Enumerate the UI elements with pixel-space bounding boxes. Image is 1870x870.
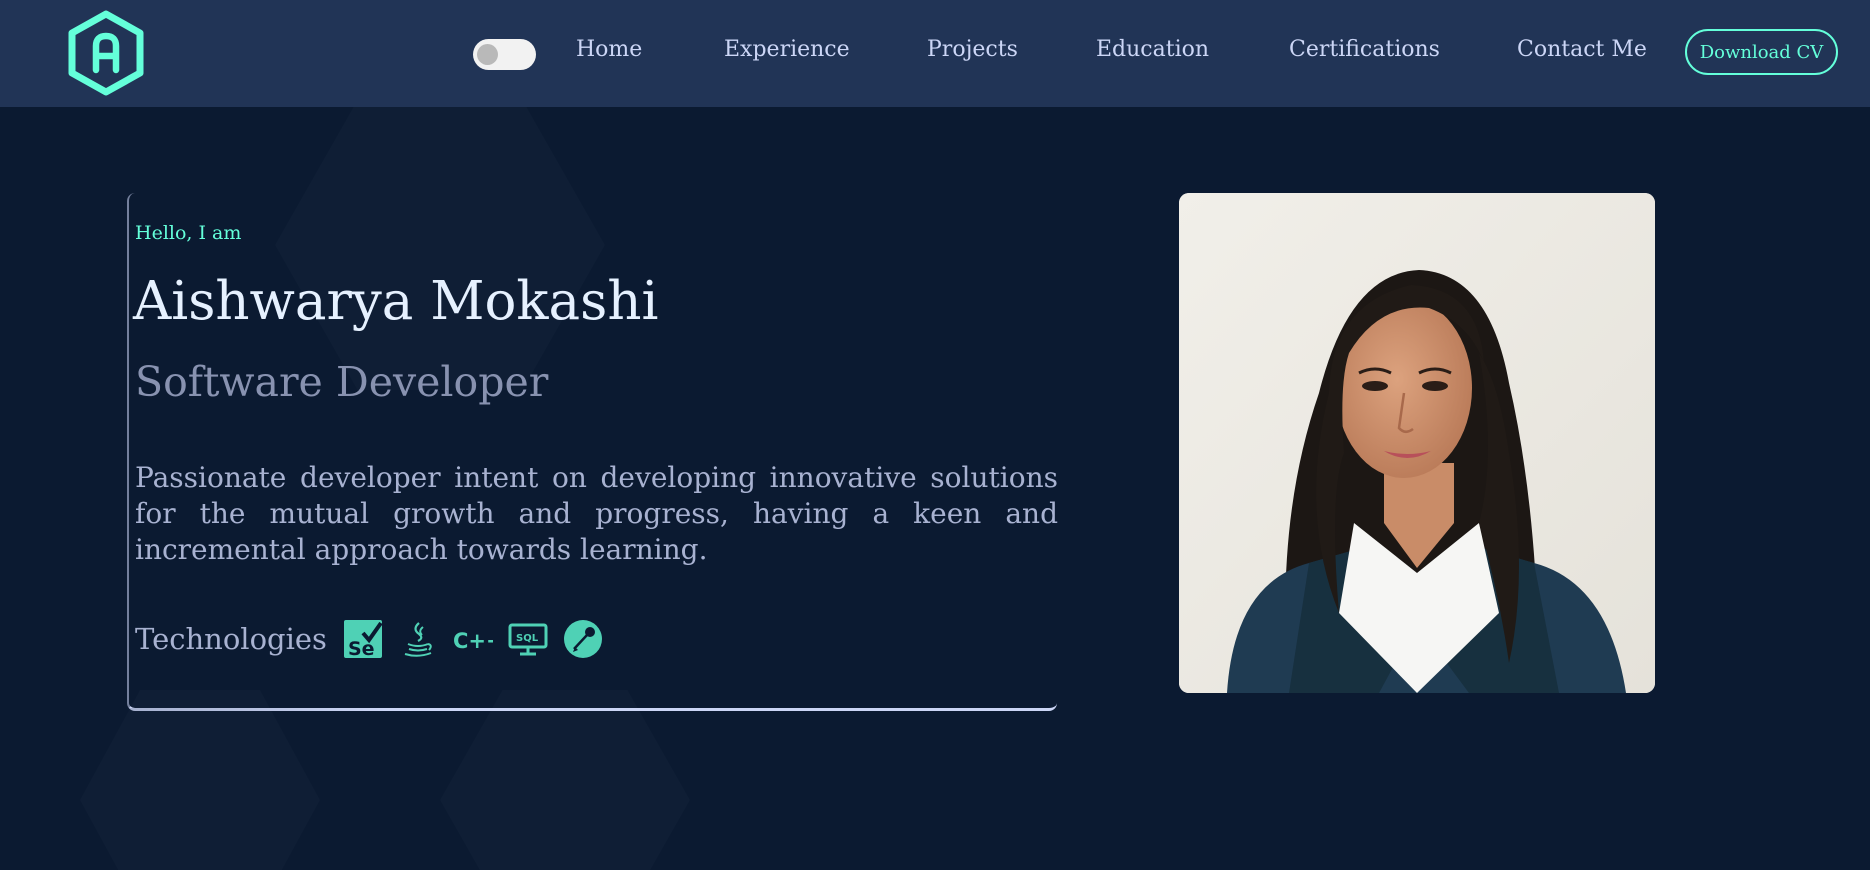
nav-contact-me[interactable]: Contact Me — [1517, 37, 1647, 62]
nav-projects[interactable]: Projects — [927, 37, 1018, 62]
hero-name: Aishwarya Mokashi — [133, 271, 659, 332]
hero-role: Software Developer — [135, 358, 549, 406]
background-hexagon — [80, 690, 320, 870]
toggle-knob — [477, 44, 498, 65]
technologies-label: Technologies — [135, 622, 327, 656]
theme-toggle[interactable] — [473, 39, 536, 70]
selenium-icon: Se — [343, 619, 383, 659]
java-icon — [398, 619, 438, 659]
nav-education[interactable]: Education — [1096, 37, 1209, 62]
hexagon-logo-icon[interactable] — [67, 10, 145, 96]
cpp-label: C++ — [453, 629, 493, 653]
top-navbar: Home Experience Projects Education Certi… — [0, 0, 1870, 107]
background-hexagon — [440, 690, 690, 870]
cpp-icon: C++ — [453, 619, 493, 659]
hero-bio: Passionate developer intent on developin… — [135, 461, 1058, 566]
profile-photo — [1179, 193, 1655, 693]
portfolio-page: Home Experience Projects Education Certi… — [0, 0, 1870, 870]
selenium-label: Se — [348, 638, 375, 659]
sql-icon: SQL — [508, 619, 548, 659]
nav-experience[interactable]: Experience — [724, 37, 850, 62]
postman-icon — [563, 619, 603, 659]
technologies-row: Technologies Se C++ — [135, 617, 618, 661]
download-cv-button[interactable]: Download CV — [1685, 29, 1838, 75]
greeting-text: Hello, I am — [135, 222, 242, 244]
sql-label: SQL — [516, 633, 539, 644]
nav-home[interactable]: Home — [576, 37, 642, 62]
nav-certifications[interactable]: Certifications — [1289, 37, 1440, 62]
